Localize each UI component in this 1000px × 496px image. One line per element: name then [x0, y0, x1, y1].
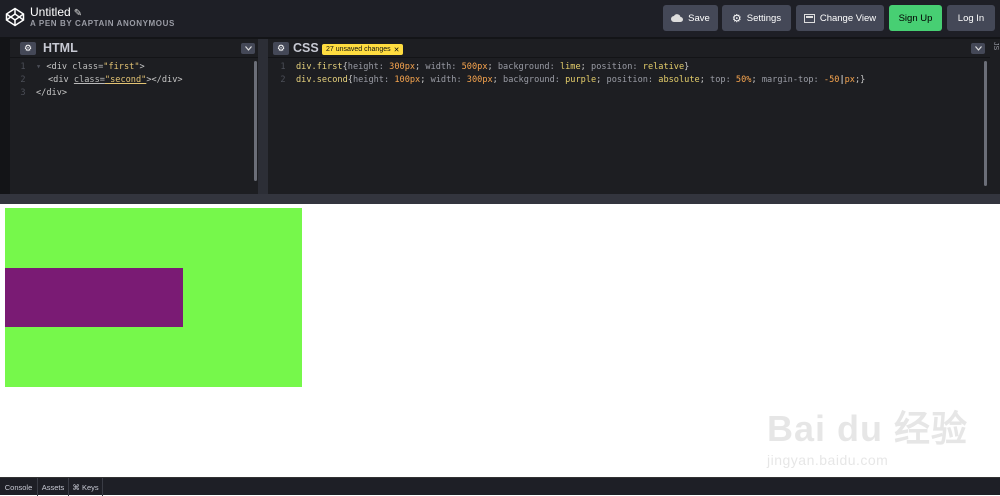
code-text: <div class="second"></div> [48, 74, 183, 85]
settings-button[interactable]: ⚙ Settings [722, 5, 791, 31]
html-panel-menu-button[interactable] [241, 43, 255, 54]
pencil-icon[interactable]: ✎ [74, 8, 82, 19]
editor-area: ⚙ HTML 1 ▾ <div class="first"> 2 <div clas… [0, 37, 1000, 203]
second-div-purple-box [5, 268, 183, 327]
chevron-down-icon [974, 46, 982, 51]
bottom-bar: Console Assets ⌘ Keys [0, 477, 1000, 496]
pen-title[interactable]: Untitled ✎ [30, 5, 82, 19]
panel-resize-handle[interactable] [258, 39, 268, 195]
line-number: 2 [280, 74, 286, 85]
keys-button[interactable]: ⌘ Keys [69, 478, 103, 496]
code-text: </div> [36, 87, 68, 98]
chevron-down-icon [244, 46, 252, 51]
js-panel-tab[interactable]: JS [990, 39, 1000, 195]
css-code-editor[interactable]: 1 div.first{height: 300px; width: 500px; … [268, 61, 990, 87]
css-editor-panel: ⚙ CSS 27 unsaved changes ✕ 1 div.first{he… [268, 39, 990, 195]
code-line: 1 div.first{height: 300px; width: 500px; … [268, 61, 990, 74]
unsaved-changes-badge[interactable]: 27 unsaved changes ✕ [322, 44, 404, 55]
css-panel-header: ⚙ CSS 27 unsaved changes ✕ [268, 39, 990, 58]
code-line: 2 div.second{height: 100px; width: 300px;… [268, 74, 990, 87]
codepen-logo-icon[interactable] [5, 7, 25, 27]
first-div-lime-box [5, 208, 302, 387]
code-line: 2 <div class="second"></div> [10, 74, 258, 87]
save-button-label: Save [688, 12, 710, 24]
css-panel-menu-button[interactable] [971, 43, 985, 54]
preview-resize-bar[interactable] [0, 194, 1000, 204]
html-code-editor[interactable]: 1 ▾ <div class="first"> 2 <div class="seco… [10, 61, 258, 99]
code-text: div.second{height: 100px; width: 300px; … [296, 74, 866, 85]
css-settings-button[interactable]: ⚙ [273, 42, 289, 55]
line-number: 1 [20, 62, 26, 72]
assets-button[interactable]: Assets [38, 478, 69, 496]
code-line: 1 ▾ <div class="first"> [10, 61, 258, 74]
html-editor-panel: ⚙ HTML 1 ▾ <div class="first"> 2 <div clas… [10, 39, 258, 195]
layout-icon [803, 13, 815, 23]
login-button-label: Log In [957, 12, 985, 24]
cloud-icon [671, 14, 684, 22]
settings-button-label: Settings [746, 12, 782, 24]
console-button[interactable]: Console [0, 478, 38, 496]
line-number: 1 [280, 62, 286, 72]
watermark-main-text: Bai du 经验 [767, 408, 969, 449]
line-number: 2 [20, 74, 26, 85]
gear-icon: ⚙ [731, 12, 742, 25]
code-text: div.first{height: 300px; width: 500px; b… [296, 62, 690, 72]
css-scrollbar[interactable] [984, 61, 987, 186]
save-button[interactable]: Save [663, 5, 718, 31]
change-view-button[interactable]: Change View [796, 5, 884, 31]
signup-button[interactable]: Sign Up [889, 5, 942, 31]
watermark-url-text: jingyan.baidu.com [767, 452, 889, 468]
top-bar: Untitled ✎ A PEN BY CAPTAIN ANONYMOUS Sav… [0, 0, 1000, 37]
gear-icon: ⚙ [23, 43, 33, 53]
css-panel-title: CSS [293, 41, 319, 55]
baidu-watermark: Bai du 经验 jingyan.baidu.com [767, 386, 987, 476]
login-button[interactable]: Log In [947, 5, 995, 31]
change-view-button-label: Change View [819, 12, 877, 24]
unsaved-changes-text: 27 unsaved changes [326, 46, 391, 53]
html-panel-header: ⚙ HTML [10, 39, 258, 58]
html-scrollbar[interactable] [254, 61, 257, 181]
pen-author: A PEN BY CAPTAIN ANONYMOUS [30, 19, 175, 28]
code-line: 3 </div> [10, 87, 258, 100]
pen-title-text[interactable]: Untitled [30, 5, 71, 19]
code-text: ▾ <div class="first"> [36, 62, 145, 72]
line-number: 3 [20, 87, 26, 98]
js-tab-label: JS [992, 42, 999, 51]
gear-icon: ⚙ [276, 43, 286, 53]
close-icon[interactable]: ✕ [394, 46, 400, 54]
signup-button-label: Sign Up [898, 12, 933, 24]
html-settings-button[interactable]: ⚙ [20, 42, 36, 55]
html-panel-title: HTML [43, 41, 78, 55]
